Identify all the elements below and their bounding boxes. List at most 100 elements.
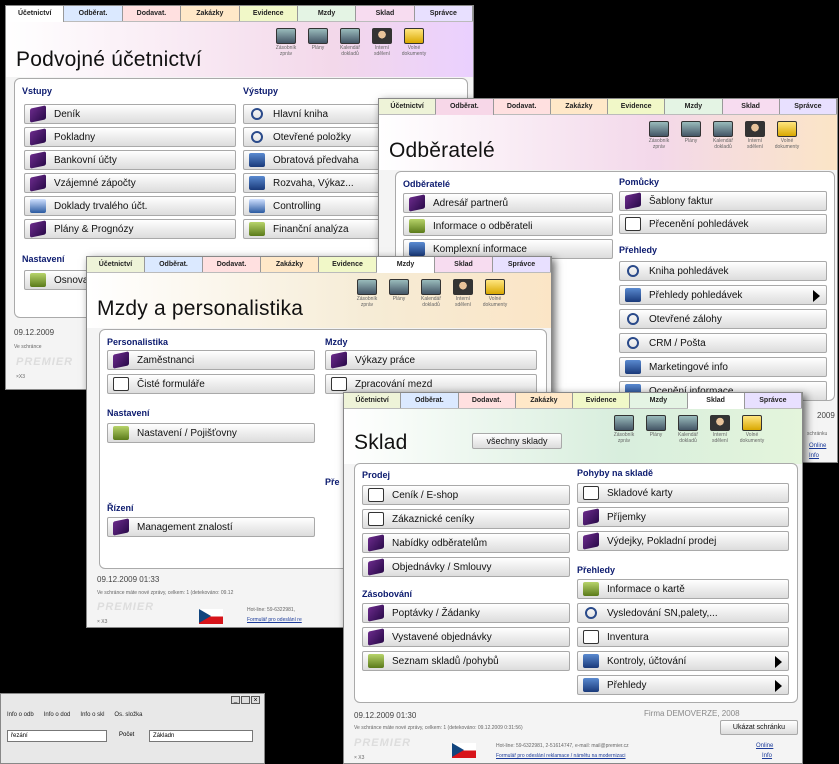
menu-pokladny[interactable]: Pokladny (24, 127, 236, 147)
menu-vydejky[interactable]: Výdejky, Pokladní prodej (577, 531, 789, 551)
vsechny-sklady-button[interactable]: všechny sklady (472, 433, 562, 449)
menu-vystavene-objednavky[interactable]: Vystavené objednávky (362, 627, 570, 647)
plany-button[interactable]: Plány (385, 279, 413, 308)
tab-dodavatele[interactable]: Dodavat. (493, 99, 551, 114)
tab-odberatele[interactable]: Odběrat. (401, 393, 459, 408)
kalendar-button[interactable]: Kalendář dokladů (709, 121, 737, 150)
plany-button[interactable]: Plány (677, 121, 705, 150)
zasobnik-zprav-button[interactable]: Zásobník zpráv (645, 121, 673, 150)
volne-dokumenty-button[interactable]: Volné dokumenty (773, 121, 801, 150)
menu-kniha-pohledavek[interactable]: Kniha pohledávek (619, 261, 827, 281)
info-o-dod-button[interactable]: Info o dod (44, 712, 71, 718)
menu-zamestnanci[interactable]: Zaměstnanci (107, 350, 315, 370)
tab-evidence[interactable]: Evidence (319, 257, 377, 272)
tab-ucetnictvi[interactable]: Účetnictví (6, 6, 65, 23)
online-link[interactable]: Online (809, 443, 826, 449)
tab-odberatele[interactable]: Odběrat. (145, 257, 203, 272)
info-o-odb-button[interactable]: Info o odb (7, 712, 34, 718)
menu-informace-o-karte[interactable]: Informace o kartě (577, 579, 789, 599)
formular-link[interactable]: Formulář pro odeslání reklamace / námětu… (496, 753, 626, 759)
tab-dodavatele[interactable]: Dodavat. (203, 257, 261, 272)
kalendar-button[interactable]: Kalendář dokladů (674, 415, 702, 444)
tab-odberatele[interactable]: Odběrat. (64, 6, 123, 21)
menu-skladove-karty[interactable]: Skladové karty (577, 483, 789, 503)
tab-sklad[interactable]: Sklad (356, 6, 415, 21)
menu-otevrene-zalohy[interactable]: Otevřené zálohy (619, 309, 827, 329)
tab-ucetnictvi[interactable]: Účetnictví (87, 257, 145, 272)
menu-objednavky-smlouvy[interactable]: Objednávky / Smlouvy (362, 557, 570, 577)
menu-vzajemne-zapocty[interactable]: Vzájemné zápočty (24, 173, 236, 193)
menu-sablony-faktur[interactable]: Šablony faktur (619, 191, 827, 211)
info-o-skl-button[interactable]: Info o skl (80, 712, 104, 718)
filter-select[interactable]: řezání (7, 730, 107, 742)
menu-adresar-partneru[interactable]: Adresář partnerů (403, 193, 613, 213)
volne-dokumenty-button[interactable]: Volné dokumenty (738, 415, 766, 444)
menu-inventura[interactable]: Inventura (577, 627, 789, 647)
tab-spravce[interactable]: Správce (779, 99, 837, 114)
kalendar-button[interactable]: Kalendář dokladů (417, 279, 445, 308)
formular-link[interactable]: Formulář pro odeslání re (247, 617, 302, 623)
tab-sklad[interactable]: Sklad (435, 257, 493, 272)
menu-nabidky-odberatelum[interactable]: Nabídky odběratelům (362, 533, 570, 553)
zasobnik-zprav-button[interactable]: Zásobník zpráv (353, 279, 381, 308)
tab-zakazky[interactable]: Zakázky (181, 6, 240, 21)
tab-evidence[interactable]: Evidence (239, 6, 298, 21)
tab-sklad[interactable]: Sklad (687, 393, 745, 410)
menu-vysledovani-sn[interactable]: Vysledování SN,palety,... (577, 603, 789, 623)
menu-obratova-predvaha[interactable]: Obratová předvaha (243, 150, 393, 170)
os-slozka-button[interactable]: Os. složka (114, 712, 142, 718)
menu-poptavky-zadanky[interactable]: Poptávky / Žádanky (362, 603, 570, 623)
tab-evidence[interactable]: Evidence (573, 393, 631, 408)
czech-flag-icon[interactable] (452, 743, 476, 758)
tab-sklad[interactable]: Sklad (722, 99, 780, 114)
info-link[interactable]: Info (762, 753, 772, 759)
tab-mzdy[interactable]: Mzdy (630, 393, 688, 408)
tab-ucetnictvi[interactable]: Účetnictví (379, 99, 437, 114)
tab-zakazky[interactable]: Zakázky (261, 257, 319, 272)
interni-sdeleni-button[interactable]: Interní sdělení (449, 279, 477, 308)
menu-crm-posta[interactable]: CRM / Pošta (619, 333, 827, 353)
menu-controlling[interactable]: Controlling (243, 196, 393, 216)
tab-spravce[interactable]: Správce (493, 257, 551, 272)
tab-spravce[interactable]: Správce (744, 393, 802, 408)
online-link[interactable]: Online (756, 743, 773, 749)
menu-vykazy-prace[interactable]: Výkazy práce (325, 350, 537, 370)
menu-plany-prognozy[interactable]: Plány & Prognózy (24, 219, 236, 239)
menu-prijemky[interactable]: Příjemky (577, 507, 789, 527)
show-inbox-link[interactable]: schránku (807, 431, 827, 437)
menu-denik[interactable]: Deník (24, 104, 236, 124)
menu-doklady-trvaleho[interactable]: Doklady trvalého účt. (24, 196, 236, 216)
menu-prehledy[interactable]: Přehledy (577, 675, 789, 695)
menu-zakaznicke-ceniky[interactable]: Zákaznické ceníky (362, 509, 570, 529)
menu-kontroly-uctovani[interactable]: Kontroly, účtování (577, 651, 789, 671)
plany-button[interactable]: Plány (304, 28, 332, 57)
menu-marketingove-info[interactable]: Marketingové info (619, 357, 827, 377)
tab-dodavatele[interactable]: Dodavat. (122, 6, 182, 21)
minimize-icon[interactable]: _ (231, 696, 240, 704)
menu-seznam-skladu[interactable]: Seznam skladů /pohybů (362, 651, 570, 671)
menu-otevrene-polozky[interactable]: Otevřené položky (243, 127, 393, 147)
field-select[interactable]: Základn (149, 730, 253, 742)
volne-dokumenty-button[interactable]: Volné dokumenty (400, 28, 428, 57)
tab-mzdy[interactable]: Mzdy (665, 99, 723, 114)
menu-nastaveni-pojistovny[interactable]: Nastavení / Pojišťovny (107, 423, 315, 443)
menu-bankovni-ucty[interactable]: Bankovní účty (24, 150, 236, 170)
zasobnik-zprav-button[interactable]: Zásobník zpráv (272, 28, 300, 57)
menu-cenik-eshop[interactable]: Ceník / E-shop (362, 485, 570, 505)
tab-odberatele[interactable]: Odběrat. (436, 99, 494, 116)
volne-dokumenty-button[interactable]: Volné dokumenty (481, 279, 509, 308)
menu-hlavni-kniha[interactable]: Hlavní kniha (243, 104, 393, 124)
menu-preceneni-pohledavek[interactable]: Přecenění pohledávek (619, 214, 827, 234)
menu-financni-analyza[interactable]: Finanční analýza (243, 219, 393, 239)
menu-osnova[interactable]: Osnova (24, 270, 94, 290)
tab-zakazky[interactable]: Zakázky (550, 99, 608, 114)
interni-sdeleni-button[interactable]: Interní sdělení (706, 415, 734, 444)
interni-sdeleni-button[interactable]: Interní sdělení (741, 121, 769, 150)
zasobnik-zprav-button[interactable]: Zásobník zpráv (610, 415, 638, 444)
menu-management-znalosti[interactable]: Management znalostí (107, 517, 315, 537)
interni-sdeleni-button[interactable]: Interní sdělení (368, 28, 396, 57)
tab-spravce[interactable]: Správce (414, 6, 473, 21)
menu-zpracovani-mezd[interactable]: Zpracování mezd (325, 374, 537, 394)
ukazat-schranku-button[interactable]: Ukázat schránku (720, 720, 798, 735)
tab-mzdy[interactable]: Mzdy (377, 257, 435, 274)
